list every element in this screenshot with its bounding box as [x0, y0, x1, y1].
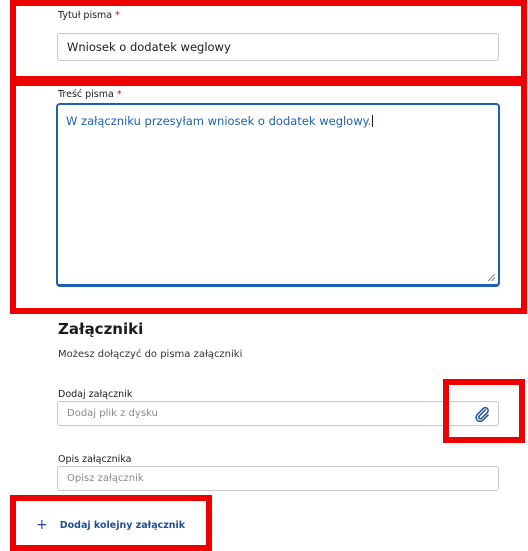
title-label: Tytuł pisma *	[58, 10, 120, 21]
add-attachment-placeholder: Dodaj plik z dysku	[67, 408, 158, 419]
plus-icon: +	[36, 517, 48, 533]
required-mark: *	[116, 89, 122, 100]
content-textarea-value: W załączniku przesyłam wniosek o dodatek…	[66, 114, 372, 128]
add-attachment-label: Dodaj załącznik	[58, 389, 133, 400]
text-caret	[372, 115, 374, 127]
title-input[interactable]: Wniosek o dodatek weglowy	[57, 33, 499, 61]
attachments-heading: Załączniki	[58, 320, 144, 338]
attachment-description-placeholder: Opisz załącznik	[67, 473, 144, 484]
content-label: Treść pisma *	[58, 89, 122, 100]
title-label-text: Tytuł pisma	[58, 10, 113, 21]
required-mark: *	[115, 10, 120, 21]
content-label-text: Treść pisma	[58, 89, 114, 100]
add-another-attachment-link[interactable]: + Dodaj kolejny załącznik	[36, 517, 185, 533]
attachments-description: Możesz dołączyć do pisma załączniki	[58, 349, 243, 360]
resize-handle-icon[interactable]	[488, 274, 495, 281]
attachment-description-input[interactable]: Opisz załącznik	[57, 466, 499, 491]
add-attachment-input[interactable]: Dodaj plik z dysku	[57, 401, 499, 426]
add-another-attachment-label: Dodaj kolejny załącznik	[59, 519, 186, 531]
title-input-value: Wniosek o dodatek weglowy	[67, 40, 231, 54]
paperclip-icon[interactable]	[470, 402, 494, 426]
attachment-description-label: Opis załącznika	[58, 454, 132, 465]
content-textarea[interactable]: W załączniku przesyłam wniosek o dodatek…	[56, 103, 500, 287]
